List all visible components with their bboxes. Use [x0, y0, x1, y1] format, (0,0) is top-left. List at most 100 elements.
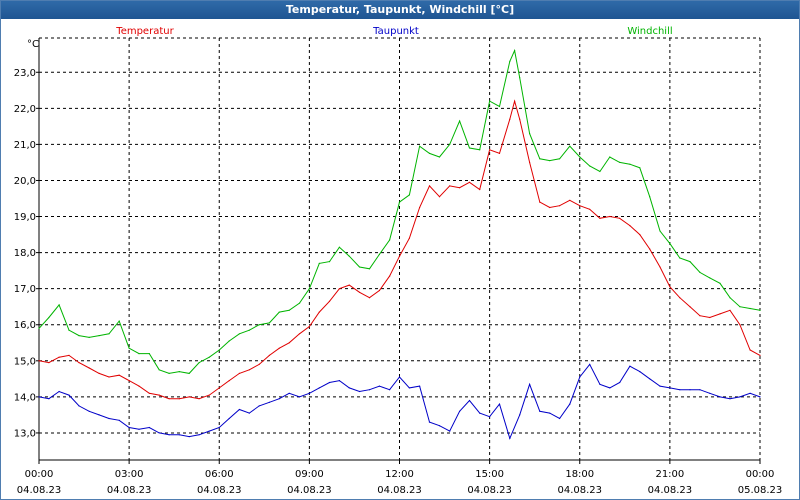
- data-point: [529, 133, 531, 135]
- data-point: [138, 385, 140, 387]
- data-point: [168, 434, 170, 436]
- data-point: [178, 371, 180, 373]
- data-point: [238, 408, 240, 411]
- chart-svg: °C 13,0 14,0 15,0 16,0 17,0 18,0 19,0 20,0 21,0 2…: [14, 26, 783, 496]
- x-tick-date: 04.08.23: [197, 485, 242, 496]
- data-point: [368, 389, 371, 391]
- data-point: [358, 390, 361, 393]
- data-point: [78, 405, 80, 407]
- data-point: [559, 417, 561, 420]
- data-point: [669, 387, 671, 389]
- data-point: [248, 329, 250, 331]
- legend-item: Temperatur: [115, 26, 174, 37]
- data-point: [709, 277, 711, 279]
- data-point: [468, 181, 471, 183]
- data-point: [589, 363, 591, 365]
- data-point: [258, 405, 260, 407]
- data-point: [629, 163, 631, 165]
- data-point: [419, 206, 421, 209]
- data-point: [108, 376, 110, 378]
- data-point: [509, 118, 511, 120]
- data-point: [589, 208, 591, 210]
- data-point: [539, 201, 541, 203]
- x-tick-date: 04.08.23: [557, 485, 602, 496]
- data-point: [158, 394, 160, 396]
- data-point: [188, 396, 190, 398]
- data-point: [699, 271, 701, 273]
- data-point: [138, 428, 140, 430]
- data-point: [68, 354, 70, 356]
- data-point: [639, 371, 641, 373]
- data-point: [498, 152, 501, 154]
- data-point: [108, 333, 110, 335]
- data-point: [38, 327, 40, 329]
- data-point: [498, 403, 501, 405]
- data-point: [218, 349, 220, 351]
- x-tick-date: 04.08.23: [377, 485, 422, 496]
- data-point: [68, 329, 70, 331]
- data-point: [719, 396, 721, 398]
- data-point: [519, 77, 521, 79]
- data-point: [268, 401, 270, 403]
- y-tick-label: 18,0: [14, 248, 36, 259]
- y-tick-label: 17,0: [14, 284, 36, 295]
- data-point: [68, 394, 70, 396]
- data-point: [479, 188, 481, 191]
- data-point: [529, 383, 531, 385]
- data-point: [358, 291, 361, 293]
- data-point: [118, 374, 120, 376]
- data-point: [308, 392, 310, 394]
- y-tick-label: 14,0: [14, 392, 36, 403]
- data-point: [408, 387, 410, 389]
- data-point: [559, 158, 561, 160]
- data-point: [539, 410, 541, 412]
- legend-item: Taupunkt: [372, 26, 419, 37]
- data-point: [559, 205, 561, 207]
- data-point: [679, 257, 681, 259]
- data-point: [549, 206, 551, 209]
- data-point: [368, 268, 371, 270]
- data-point: [328, 261, 331, 263]
- data-point: [428, 421, 431, 423]
- data-point: [378, 289, 380, 292]
- data-point: [48, 398, 50, 400]
- data-point: [278, 311, 280, 313]
- data-point: [98, 372, 100, 374]
- x-tick-date: 05.08.23: [738, 485, 783, 496]
- data-point: [749, 307, 751, 310]
- data-point: [759, 309, 761, 311]
- data-point: [148, 392, 150, 394]
- data-point: [248, 412, 250, 414]
- data-point: [649, 378, 651, 380]
- data-point: [489, 100, 491, 102]
- data-point: [158, 369, 160, 371]
- x-tick-time: 18:00: [565, 469, 594, 480]
- data-point: [338, 288, 340, 290]
- data-point: [378, 253, 380, 255]
- data-point: [489, 416, 491, 418]
- data-point: [98, 414, 100, 416]
- x-tick-time: 06:00: [205, 469, 234, 480]
- data-point: [739, 324, 741, 326]
- data-point: [38, 396, 40, 398]
- data-point: [58, 304, 60, 306]
- data-point: [408, 194, 410, 196]
- data-point: [679, 297, 681, 299]
- data-point: [88, 410, 90, 412]
- data-point: [428, 185, 431, 187]
- data-point: [619, 381, 621, 384]
- data-point: [599, 170, 601, 173]
- data-point: [419, 145, 421, 147]
- data-point: [659, 266, 661, 268]
- data-point: [288, 392, 290, 394]
- legend: Temperatur Taupunkt Windchill: [115, 26, 672, 37]
- data-point: [619, 217, 621, 219]
- data-point: [428, 152, 431, 154]
- data-point: [238, 333, 240, 335]
- data-point: [168, 372, 170, 374]
- data-point: [449, 143, 451, 145]
- y-tick-label: 13,0: [14, 428, 36, 439]
- data-point: [514, 100, 516, 102]
- data-point: [389, 239, 391, 241]
- data-point: [549, 412, 551, 414]
